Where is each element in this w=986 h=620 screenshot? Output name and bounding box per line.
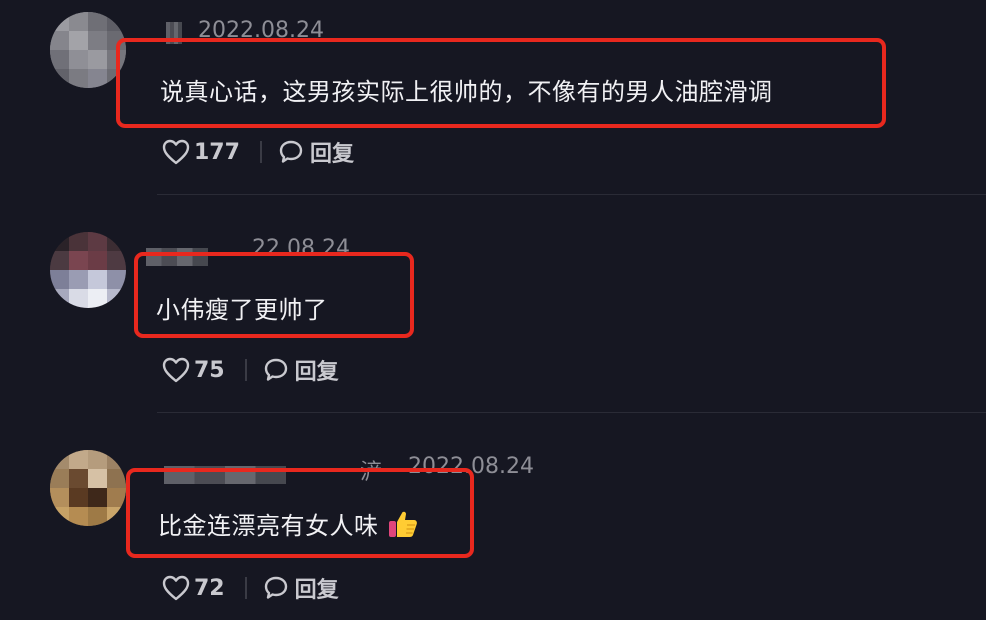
- divider-bar: [244, 577, 247, 599]
- divider-bar: [259, 141, 262, 163]
- comment-actions: 177 回复: [162, 136, 354, 168]
- heart-icon: [162, 575, 190, 601]
- divider-bar: [244, 359, 247, 381]
- comment-actions: 72 回复: [162, 572, 339, 604]
- reply-button[interactable]: 回复: [263, 572, 339, 604]
- comment-text: 说真心话，这男孩实际上很帅的，不像有的男人油腔滑调: [160, 78, 773, 106]
- heart-icon: [162, 139, 190, 165]
- reply-label: 回复: [294, 360, 339, 385]
- avatar[interactable]: [50, 12, 126, 88]
- comment-text: 小伟瘦了更帅了: [156, 296, 328, 324]
- comment-actions: 75 回复: [162, 354, 339, 386]
- thumbs-up-icon: [387, 509, 419, 545]
- avatar[interactable]: [50, 232, 126, 308]
- comment-list: 2022.08.24 说真心话，这男孩实际上很帅的，不像有的男人油腔滑调 177…: [0, 0, 986, 620]
- like-count: 72: [194, 575, 225, 601]
- comment-divider: [157, 412, 986, 413]
- like-count: 75: [194, 357, 225, 383]
- heart-icon: [162, 357, 190, 383]
- speech-bubble-icon: [263, 357, 289, 383]
- reply-label: 回复: [309, 142, 354, 167]
- like-button[interactable]: 72: [162, 575, 225, 601]
- comment-text: 比金连漂亮有女人味: [158, 506, 419, 545]
- avatar[interactable]: [50, 450, 126, 526]
- like-count: 177: [194, 139, 240, 165]
- speech-bubble-icon: [263, 575, 289, 601]
- reply-label: 回复: [294, 578, 339, 603]
- like-button[interactable]: 177: [162, 139, 240, 165]
- comment-divider: [157, 194, 986, 195]
- reply-button[interactable]: 回复: [278, 136, 354, 168]
- like-button[interactable]: 75: [162, 357, 225, 383]
- comment-text-body: 比金连漂亮有女人味: [158, 512, 379, 540]
- reply-button[interactable]: 回复: [263, 354, 339, 386]
- speech-bubble-icon: [278, 139, 304, 165]
